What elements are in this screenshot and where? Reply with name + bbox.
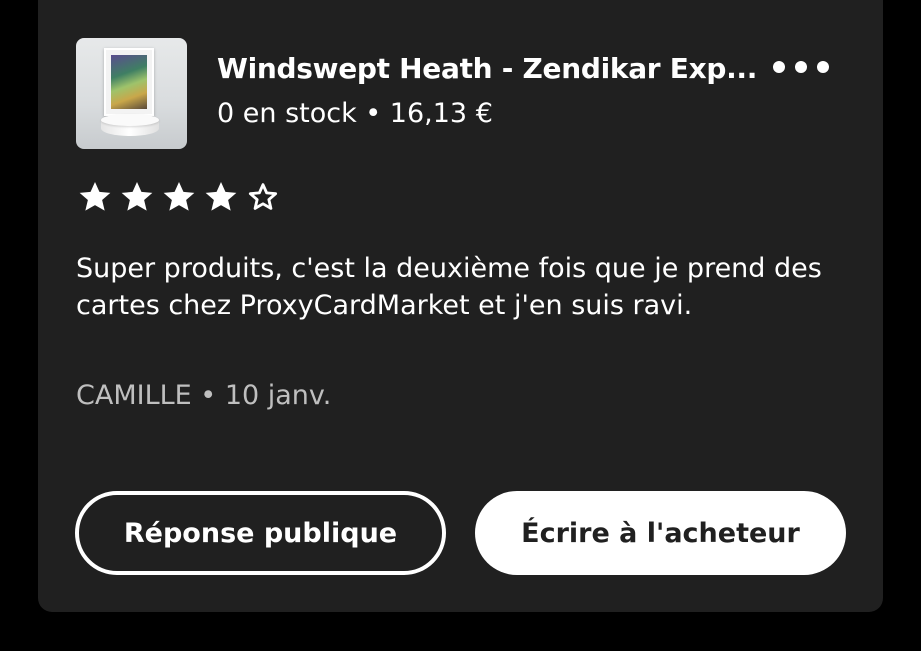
review-text: Super produits, c'est la deuxième fois q… <box>76 253 822 321</box>
more-dot <box>773 61 785 73</box>
star-rating <box>76 178 282 216</box>
star-filled-icon <box>163 181 195 211</box>
star-filled-icon <box>79 181 111 211</box>
product-title[interactable]: Windswept Heath - Zendikar Exp... <box>217 52 757 85</box>
pedestal-top-image <box>101 114 159 126</box>
write-to-buyer-button[interactable]: Écrire à l'acheteur <box>475 491 846 575</box>
product-thumbnail[interactable] <box>76 38 187 149</box>
more-dot <box>795 61 807 73</box>
public-reply-button[interactable]: Réponse publique <box>75 491 446 575</box>
card-art-image <box>111 55 147 109</box>
more-options-icon[interactable] <box>773 56 829 78</box>
review-meta: CAMILLE • 10 janv. <box>76 380 332 411</box>
stock-price-line: 0 en stock • 16,13 € <box>217 98 493 129</box>
star-filled-icon <box>205 181 237 211</box>
more-dot <box>817 61 829 73</box>
review-card: Windswept Heath - Zendikar Exp... 0 en s… <box>38 0 883 612</box>
star-filled-icon <box>121 181 153 211</box>
card-frame-image <box>104 48 154 116</box>
star-empty-icon <box>248 183 278 210</box>
